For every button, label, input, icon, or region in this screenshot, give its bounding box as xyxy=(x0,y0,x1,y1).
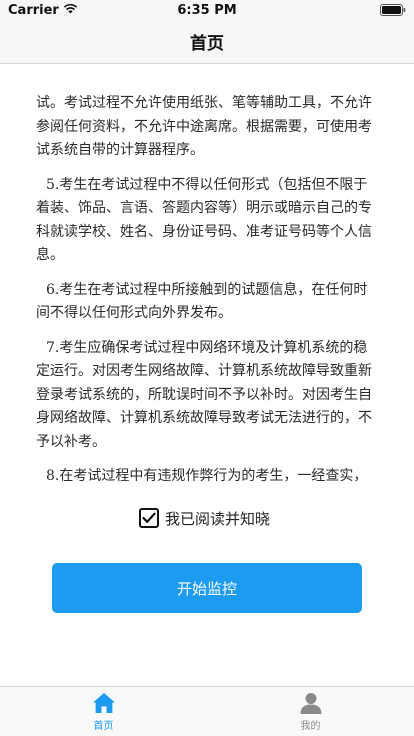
agreement-label[interactable]: 我已阅读并知晓 xyxy=(165,508,270,529)
navigation-bar: 首页 xyxy=(0,20,414,64)
page-title: 首页 xyxy=(190,34,224,54)
tab-home-label: 首页 xyxy=(93,720,114,732)
rules-paragraph: 5.考生在考试过程中不得以任何形式（包括但不限于着装、饰品、言语、答题内容等）明… xyxy=(36,176,372,264)
person-icon xyxy=(300,692,321,714)
tab-mine[interactable]: 我的 xyxy=(207,687,414,736)
tab-home[interactable]: 首页 xyxy=(0,687,207,736)
agreement-checkbox[interactable] xyxy=(139,508,159,528)
rules-paragraph: 8.在考试过程中有违规作弊行为的考生，一经查实，按照《国家教育考试违规处理办法》… xyxy=(46,468,368,484)
rules-paragraph: 7.考生应确保考试过程中网络环境及计算机系统的稳定运行。对因考生网络故障、计算机… xyxy=(36,339,372,450)
status-bar: Carrier 6:35 PM xyxy=(0,0,414,20)
battery-icon xyxy=(380,4,406,20)
agreement-checkbox-row[interactable]: 我已阅读并知晓 xyxy=(139,506,270,530)
start-monitoring-button[interactable]: 开始监控 xyxy=(52,563,362,613)
tab-bar: 首页 我的 xyxy=(0,686,414,736)
checkmark-icon xyxy=(142,512,156,523)
rules-paragraph: 6.考生在考试过程中所接触到的试题信息，在任何时间不得以任何形式向外界发布。 xyxy=(36,281,368,322)
status-time: 6:35 PM xyxy=(177,3,237,18)
rules-paragraph: 试。考试过程不允许使用纸张、笔等辅助工具，不允许参阅任何资料，不允许中途离席。根… xyxy=(36,95,372,158)
exam-rules-text[interactable]: 试。考试过程不允许使用纸张、笔等辅助工具，不允许参阅任何资料，不允许中途离席。根… xyxy=(36,92,378,484)
tab-mine-label: 我的 xyxy=(300,720,321,732)
home-icon xyxy=(92,692,115,713)
